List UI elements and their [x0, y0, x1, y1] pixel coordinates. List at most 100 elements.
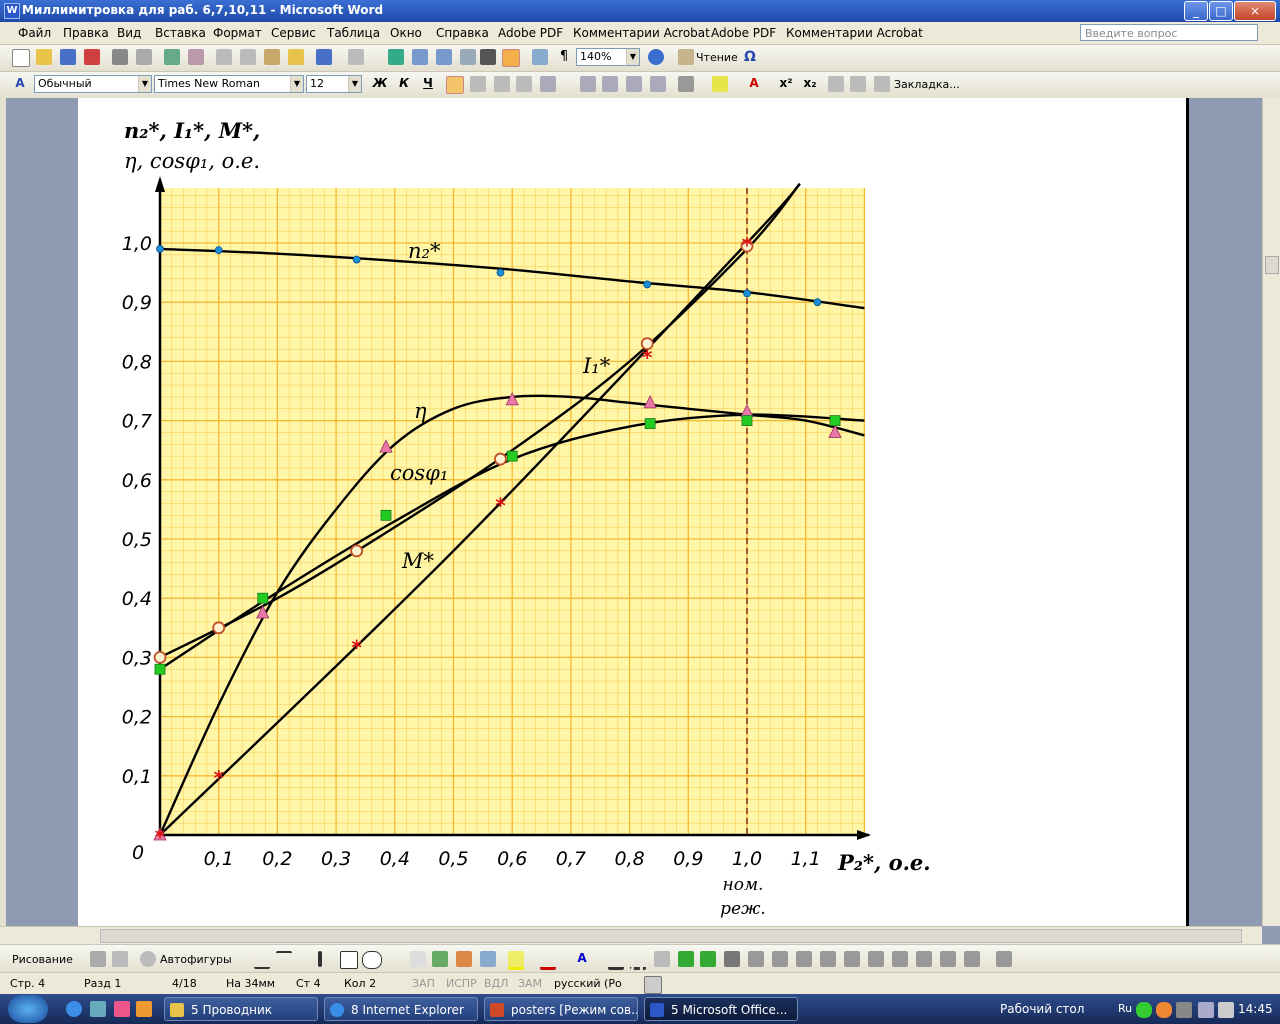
status-overtype[interactable]: ЗАМ: [518, 977, 542, 990]
borders-icon[interactable]: [678, 76, 694, 92]
grid-icon[interactable]: [850, 76, 866, 92]
font-color-icon[interactable]: A: [746, 76, 762, 92]
underline-button[interactable]: Ч: [420, 76, 436, 92]
decrease-indent-icon[interactable]: [626, 76, 642, 92]
drawing-icon[interactable]: [502, 49, 520, 67]
order-icon[interactable]: [772, 951, 788, 967]
save-icon[interactable]: [60, 49, 76, 65]
menu-acrobat-comments[interactable]: Комментарии Acrobat: [573, 26, 710, 40]
vertical-scrollbar[interactable]: [1262, 98, 1280, 926]
tables-borders-icon[interactable]: [412, 49, 428, 65]
font-size-select[interactable]: 12 ▼: [306, 75, 362, 93]
document-map-icon[interactable]: [532, 49, 548, 65]
bold-button[interactable]: Ж: [372, 76, 388, 92]
autoshapes-menu[interactable]: Автофигуры: [160, 953, 232, 966]
menu-insert[interactable]: Вставка: [155, 26, 206, 40]
line-spacing-icon[interactable]: [540, 76, 556, 92]
task-internet-explorer[interactable]: 8 Internet Explorer: [324, 997, 478, 1021]
document-page[interactable]: * * * * * * 0,1 0,2 0,3 0,4 0,5 0,6 0,7 0,8 0,9 1,0 1,1…: [78, 98, 1188, 926]
reading-icon[interactable]: [678, 49, 694, 65]
tray-icon-2[interactable]: [1156, 1002, 1172, 1018]
word-app-icon[interactable]: W: [4, 3, 20, 19]
bullets-icon[interactable]: [602, 76, 618, 92]
highlight-icon[interactable]: [712, 76, 728, 92]
edit-points-icon[interactable]: [964, 951, 980, 967]
new-icon[interactable]: [12, 49, 30, 67]
numbering-icon[interactable]: [580, 76, 596, 92]
maximize-button[interactable]: □: [1209, 1, 1233, 21]
line-color-icon[interactable]: [540, 951, 556, 970]
line-tool-icon[interactable]: [254, 951, 270, 969]
align-right-icon[interactable]: [494, 76, 510, 92]
network-icon[interactable]: [1198, 1002, 1214, 1018]
align-center-icon[interactable]: [470, 76, 486, 92]
curve-tool-icon[interactable]: [276, 951, 292, 969]
menu-edit[interactable]: Правка: [63, 26, 109, 40]
style-select[interactable]: Обычный ▼: [34, 75, 152, 93]
redo-icon[interactable]: [348, 49, 364, 65]
distribute-icon[interactable]: [748, 951, 764, 967]
status-extend[interactable]: ВДЛ: [484, 977, 508, 990]
help-search-input[interactable]: Введите вопрос: [1080, 24, 1258, 41]
media-quicklaunch-icon[interactable]: [114, 1001, 130, 1017]
cut-icon[interactable]: [216, 49, 232, 65]
clear-format-icon[interactable]: [828, 76, 844, 92]
shadow-icon[interactable]: [678, 951, 694, 967]
status-track[interactable]: ИСПР: [446, 977, 477, 990]
menu-acrobat-comments-2[interactable]: Комментарии Acrobat: [786, 26, 923, 40]
nudge-icon[interactable]: [844, 951, 860, 967]
clipart-icon[interactable]: [456, 951, 472, 967]
select-objects-icon[interactable]: [90, 951, 106, 967]
drawing-menu[interactable]: Рисование: [12, 953, 73, 966]
columns-icon[interactable]: [480, 49, 496, 65]
menu-window[interactable]: Окно: [390, 26, 422, 40]
undo-icon[interactable]: [316, 49, 332, 65]
grid-settings-icon[interactable]: [940, 951, 956, 967]
help-icon[interactable]: [648, 49, 664, 65]
open-icon[interactable]: [36, 49, 52, 65]
desktop-quicklaunch-icon[interactable]: [90, 1001, 106, 1017]
desktop-toolbar-label[interactable]: Рабочий стол: [1000, 1002, 1084, 1016]
menu-help[interactable]: Справка: [436, 26, 489, 40]
paste-icon[interactable]: [264, 49, 280, 65]
connector-icon[interactable]: [996, 951, 1012, 967]
task-word[interactable]: 5 Microsoft Office...: [644, 997, 798, 1021]
tray-icon-3[interactable]: [1176, 1002, 1192, 1018]
textbox-icon[interactable]: [410, 951, 426, 967]
menu-format[interactable]: Формат: [213, 26, 262, 40]
ie-quicklaunch-icon[interactable]: [66, 1001, 82, 1017]
italic-button[interactable]: К: [396, 76, 412, 92]
horizontal-scrollbar[interactable]: [0, 926, 1262, 945]
scroll-thumb[interactable]: [1265, 256, 1279, 274]
bookmark-label[interactable]: Закладка...: [894, 78, 960, 91]
rotate-icon[interactable]: [796, 951, 812, 967]
arrow-style-icon[interactable]: [654, 951, 670, 967]
wordart-icon[interactable]: [432, 951, 448, 967]
3d-icon[interactable]: [700, 951, 716, 967]
task-powerpoint[interactable]: posters [Режим сов...: [484, 997, 638, 1021]
print-icon[interactable]: [112, 49, 128, 65]
rectangle-tool-icon[interactable]: [340, 951, 358, 969]
flip-icon[interactable]: [820, 951, 836, 967]
justify-icon[interactable]: [516, 76, 532, 92]
print-preview-icon[interactable]: [136, 49, 152, 65]
show-marks-icon[interactable]: ¶: [556, 49, 572, 65]
copy-icon[interactable]: [240, 49, 256, 65]
styles-icon[interactable]: A: [12, 76, 28, 92]
volume-icon[interactable]: [1218, 1002, 1234, 1018]
group-objects-icon[interactable]: [868, 951, 884, 967]
insert-excel-icon[interactable]: [460, 49, 476, 65]
menu-view[interactable]: Вид: [117, 26, 141, 40]
status-rec[interactable]: ЗАП: [412, 977, 435, 990]
autoshape-icon[interactable]: [140, 951, 156, 967]
minimize-button[interactable]: _: [1184, 1, 1208, 21]
spelling-status-icon[interactable]: [644, 976, 662, 994]
zoom-select[interactable]: 140% ▼: [576, 48, 640, 66]
snap-icon[interactable]: [916, 951, 932, 967]
ungroup-icon[interactable]: [892, 951, 908, 967]
menu-table[interactable]: Таблица: [327, 26, 380, 40]
align-objects-icon[interactable]: [724, 951, 740, 967]
insert-table-icon[interactable]: [436, 49, 452, 65]
fill-color-icon[interactable]: [508, 951, 524, 970]
increase-indent-icon[interactable]: [650, 76, 666, 92]
